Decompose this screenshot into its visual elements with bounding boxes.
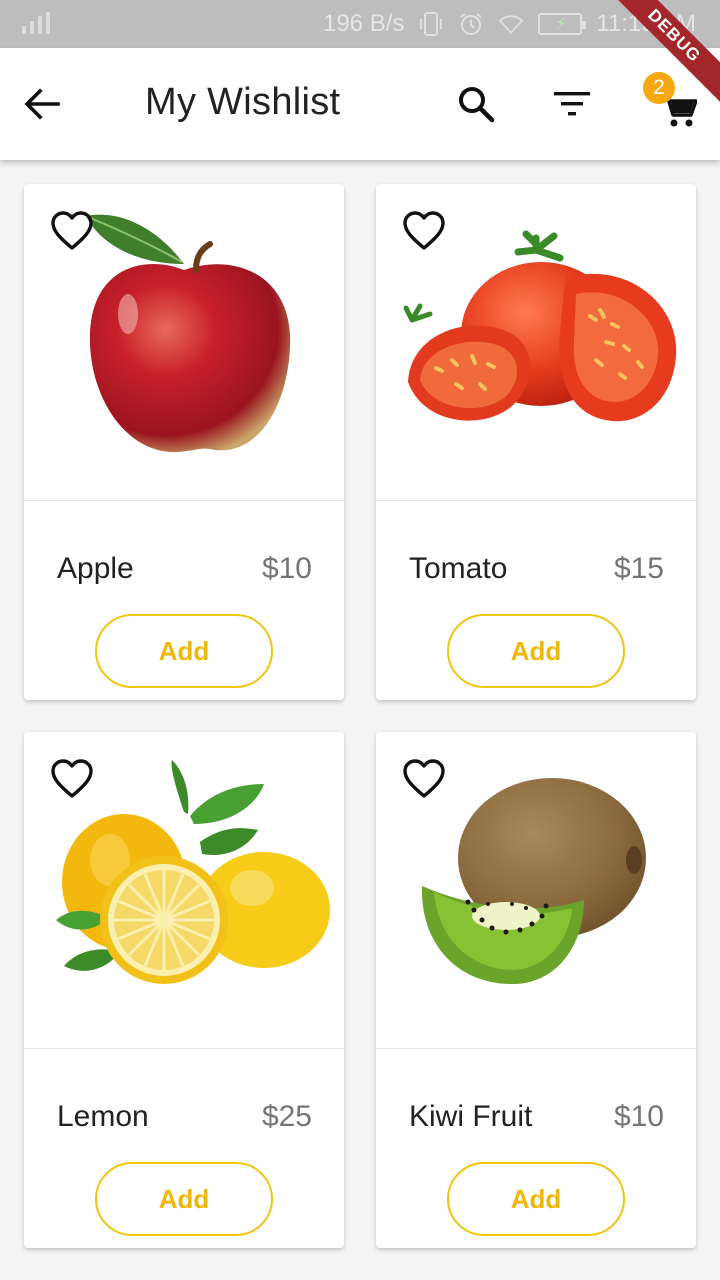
heart-outline-icon — [51, 759, 93, 798]
product-name: Tomato — [409, 552, 508, 585]
filter-button[interactable] — [548, 80, 596, 128]
card-divider — [24, 1048, 344, 1049]
add-button[interactable]: Add — [447, 614, 625, 688]
vibrate-icon — [418, 11, 444, 37]
heart-outline-icon — [403, 211, 445, 250]
wifi-icon — [498, 11, 524, 37]
product-name: Kiwi Fruit — [409, 1100, 533, 1133]
add-button[interactable]: Add — [447, 1162, 625, 1236]
favorite-button[interactable] — [402, 210, 446, 254]
net-speed: 196 B/s — [322, 10, 405, 37]
page-title: My Wishlist — [145, 81, 341, 123]
product-price: $25 — [261, 1100, 312, 1133]
add-button[interactable]: Add — [95, 614, 273, 688]
product-name: Apple — [57, 552, 134, 585]
arrow-left-icon — [24, 88, 60, 120]
signal-icon — [22, 12, 50, 34]
favorite-button[interactable] — [50, 758, 94, 802]
card-divider — [376, 500, 696, 501]
back-button[interactable] — [18, 78, 66, 130]
card-divider — [24, 500, 344, 501]
favorite-button[interactable] — [402, 758, 446, 802]
heart-outline-icon — [51, 211, 93, 250]
filter-icon — [554, 92, 590, 116]
search-button[interactable] — [452, 80, 500, 128]
product-card-apple[interactable]: Apple $10 Add — [24, 184, 344, 700]
product-card-lemon[interactable]: Lemon $25 Add — [24, 732, 344, 1248]
product-grid: Apple $10 Add Tomato $15 Add Lemon $25 A… — [24, 184, 696, 1248]
product-price: $10 — [613, 1100, 664, 1133]
card-divider — [376, 1048, 696, 1049]
app-bar: My Wishlist 2 — [0, 48, 720, 160]
alarm-icon — [458, 11, 484, 37]
product-name: Lemon — [57, 1100, 149, 1133]
product-price: $15 — [613, 552, 664, 585]
favorite-button[interactable] — [50, 210, 94, 254]
product-card-tomato[interactable]: Tomato $15 Add — [376, 184, 696, 700]
product-price: $10 — [261, 552, 312, 585]
add-button[interactable]: Add — [95, 1162, 273, 1236]
search-icon — [459, 87, 495, 123]
heart-outline-icon — [403, 759, 445, 798]
battery-icon: ⚡ — [538, 13, 587, 35]
cart-count-badge: 2 — [643, 72, 675, 104]
product-card-kiwi-fruit[interactable]: Kiwi Fruit $10 Add — [376, 732, 696, 1248]
status-bar: 196 B/s ⚡ 11:15 AM — [0, 0, 720, 48]
